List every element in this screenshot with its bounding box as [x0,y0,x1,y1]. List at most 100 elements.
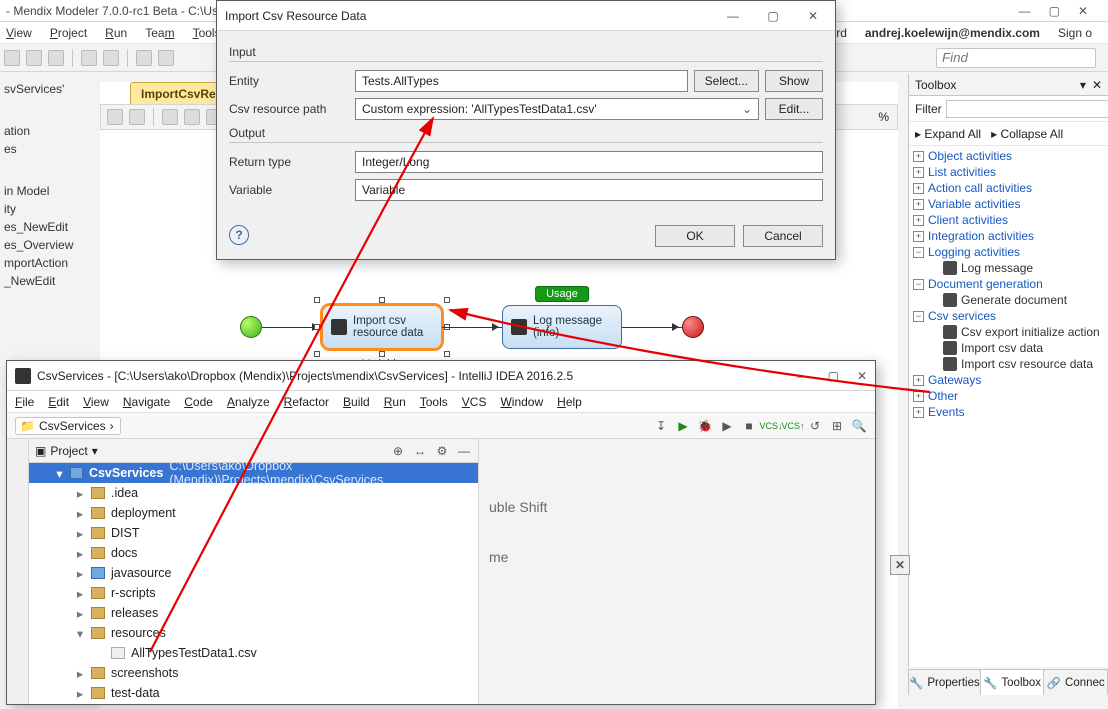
collapse-all-button[interactable]: ▸ Collapse All [991,127,1063,141]
ij-menu-run[interactable]: Run [384,395,406,409]
toolbox-filter-input[interactable] [946,100,1108,118]
breadcrumb[interactable]: 📁 CsvServices › [15,417,121,435]
ij-menu-refactor[interactable]: Refactor [284,395,329,409]
gear-icon[interactable]: ⚙ [434,443,450,459]
end-event[interactable] [682,316,704,338]
toolbar-button[interactable] [26,50,42,66]
ij-minimize-icon[interactable]: — [798,369,810,383]
ij-menu-edit[interactable]: Edit [48,395,69,409]
dropdown-icon[interactable]: ▾ [1080,78,1086,92]
ij-structure-icon[interactable]: ⊞ [829,418,845,434]
ij-toolbar-icon[interactable]: ▶ [719,418,735,434]
ij-vcs-icon[interactable]: VCS↑ [785,418,801,434]
ij-vcs-icon[interactable]: VCS↓ [763,418,779,434]
ij-search-icon[interactable]: 🔍 [851,418,867,434]
user-email[interactable]: andrej.koelewijn@mendix.com [865,26,1040,40]
canvas-tool[interactable] [184,109,200,125]
ij-menu-navigate[interactable]: Navigate [123,395,170,409]
toolbar-button[interactable] [103,50,119,66]
sequence-arrow[interactable] [622,327,682,328]
ij-project-root[interactable]: ▾CsvServices C:\Users\ako\Dropbox (Mendi… [29,463,478,483]
sequence-arrow[interactable] [442,327,502,328]
maximize-icon[interactable]: ▢ [1049,4,1060,18]
toolbar-button[interactable] [158,50,174,66]
canvas-tool[interactable] [129,109,145,125]
ij-folder[interactable]: ▸screenshots [29,663,478,683]
scroll-icon[interactable]: ↔ [412,443,428,459]
project-tool-label[interactable]: Project [50,444,87,458]
ij-file[interactable]: AllTypesTestData1.csv [29,643,478,663]
sequence-arrow[interactable] [262,327,322,328]
close-icon[interactable]: ✕ [1078,4,1088,18]
ij-menu-code[interactable]: Code [184,395,213,409]
ij-close-icon[interactable]: ✕ [857,369,867,383]
sign-out-link[interactable]: Sign o [1058,26,1092,40]
menu-run[interactable]: Run [105,26,127,40]
ij-menu-window[interactable]: Window [500,395,543,409]
dialog-minimize-icon[interactable]: — [719,9,747,23]
ij-maximize-icon[interactable]: ▢ [828,369,839,383]
canvas-tool[interactable] [107,109,123,125]
ij-left-gutter[interactable] [7,439,29,704]
ij-menu-tools[interactable]: Tools [420,395,448,409]
toolbox-item[interactable]: Generate document [909,292,1108,308]
ij-folder[interactable]: ▾resources [29,623,478,643]
ok-button[interactable]: OK [655,225,735,247]
toolbox-group[interactable]: −Document generation [909,276,1108,292]
ij-menu-help[interactable]: Help [557,395,582,409]
ij-folder[interactable]: ▸javasource [29,563,478,583]
toolbox-group[interactable]: +Integration activities [909,228,1108,244]
toolbar-button[interactable] [81,50,97,66]
collapse-icon[interactable]: ⊕ [390,443,406,459]
find-input[interactable] [936,48,1096,68]
close-panel-icon[interactable]: ✕ [1092,78,1102,92]
cancel-button[interactable]: Cancel [743,225,823,247]
ij-stop-icon[interactable]: ■ [741,418,757,434]
help-icon[interactable]: ? [229,225,249,245]
dialog-close-icon[interactable]: ✕ [799,9,827,23]
toolbar-button[interactable] [48,50,64,66]
toolbox-group[interactable]: +Object activities [909,148,1108,164]
ij-toolbar-icon[interactable]: ↧ [653,418,669,434]
toolbox-group[interactable]: +Gateways [909,372,1108,388]
ij-menu-analyze[interactable]: Analyze [227,395,270,409]
activity-import-csv-resource-data[interactable]: Import csv resource data VariableInteger… [322,305,442,349]
ij-folder[interactable]: ▸releases [29,603,478,623]
tab-toolbox[interactable]: 🔧 Toolbox [981,670,1045,695]
ij-menu-vcs[interactable]: VCS [462,395,487,409]
canvas-tool[interactable] [162,109,178,125]
ij-folder[interactable]: ▸test-data [29,683,478,703]
csv-path-combo[interactable]: Custom expression: 'AllTypesTestData1.cs… [355,98,759,120]
toolbox-item[interactable]: Import csv resource data [909,356,1108,372]
ij-debug-icon[interactable]: 🐞 [697,418,713,434]
menu-project[interactable]: Project [50,26,87,40]
toolbox-group[interactable]: +Variable activities [909,196,1108,212]
tab-properties[interactable]: 🔧 Properties [909,670,981,695]
entity-field[interactable]: Tests.AllTypes [355,70,688,92]
toolbox-group[interactable]: +Client activities [909,212,1108,228]
ij-menu-file[interactable]: File [15,395,34,409]
activity-log-message[interactable]: Usage Log message (info) [502,305,622,349]
hide-icon[interactable]: — [456,443,472,459]
expand-all-button[interactable]: ▸ Expand All [915,127,981,141]
show-button[interactable]: Show [765,70,823,92]
toolbar-button[interactable] [136,50,152,66]
ij-folder[interactable]: ▸DIST [29,523,478,543]
minimize-icon[interactable]: — [1019,4,1031,18]
toolbox-group[interactable]: +Other [909,388,1108,404]
toolbox-group[interactable]: +Action call activities [909,180,1108,196]
toolbox-group[interactable]: −Logging activities [909,244,1108,260]
tab-connector[interactable]: 🔗 Connec [1044,670,1108,695]
toolbox-group[interactable]: +Events [909,404,1108,420]
dialog-maximize-icon[interactable]: ▢ [759,9,787,23]
select-button[interactable]: Select... [694,70,759,92]
toolbox-item[interactable]: Log message [909,260,1108,276]
menu-team[interactable]: Team [145,26,174,40]
start-event[interactable] [240,316,262,338]
chevron-down-icon[interactable]: ▾ [92,444,98,458]
ij-folder[interactable]: ▸r-scripts [29,583,478,603]
ij-menu-view[interactable]: View [83,395,109,409]
variable-field[interactable]: Variable [355,179,823,201]
toolbox-group[interactable]: −Csv services [909,308,1108,324]
toolbox-group[interactable]: +List activities [909,164,1108,180]
